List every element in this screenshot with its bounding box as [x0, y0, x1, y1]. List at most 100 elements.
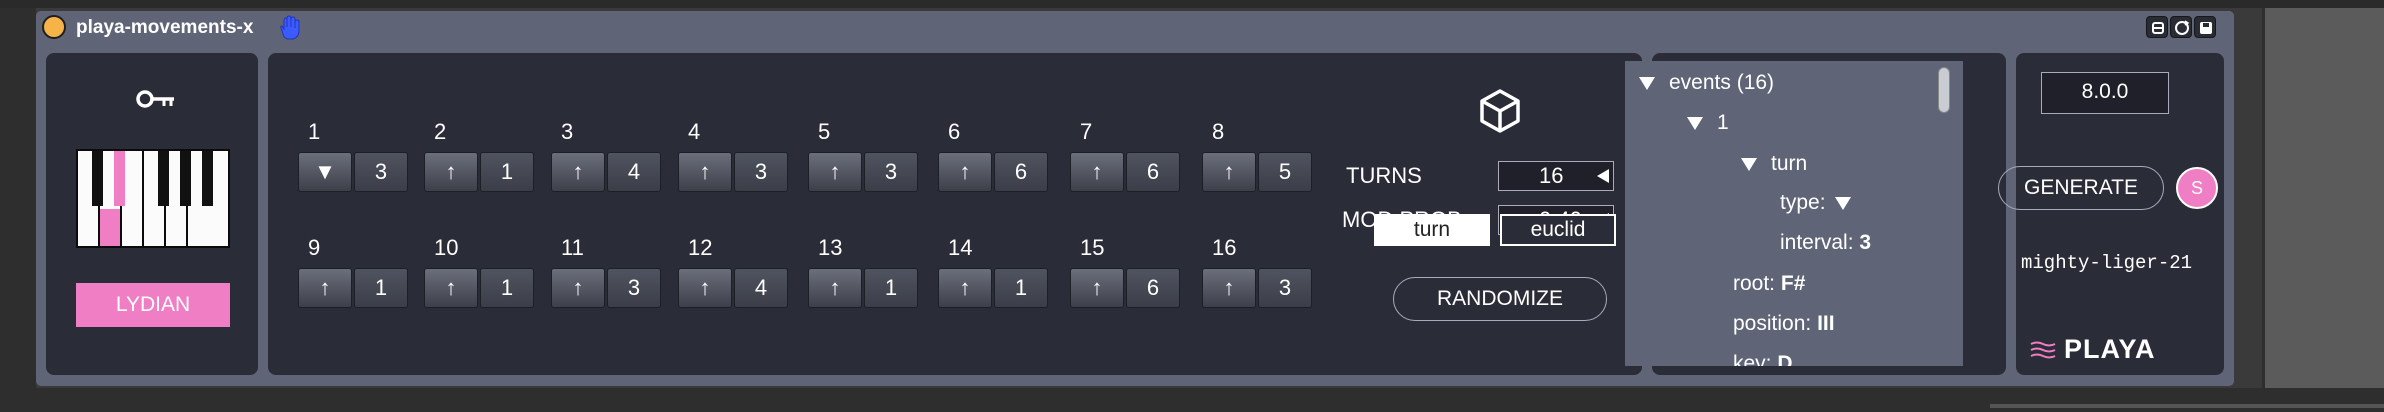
- step-number: 8: [1212, 119, 1225, 144]
- piano-key-highlight: [100, 209, 120, 246]
- expand-triangle-icon[interactable]: [1741, 157, 1757, 171]
- randomize-button[interactable]: RANDOMIZE: [1393, 277, 1607, 321]
- cube-icon: [1480, 89, 1520, 133]
- step-direction-button[interactable]: ↑: [938, 152, 992, 192]
- empty-device-slot: [2262, 8, 2384, 388]
- key-value: D: [1777, 352, 1793, 366]
- tree-field-interval: interval: 3: [1780, 231, 1871, 255]
- piano-black-key[interactable]: [158, 151, 169, 206]
- step-number: 7: [1080, 119, 1093, 144]
- step-direction-button[interactable]: ↑: [298, 268, 352, 308]
- position-key: position:: [1733, 312, 1812, 335]
- step-number: 6: [948, 119, 961, 144]
- tree-label-turn: turn: [1771, 152, 1808, 175]
- step-interval-button[interactable]: 1: [480, 152, 534, 192]
- step-interval-button[interactable]: 5: [1258, 152, 1312, 192]
- step-direction-button[interactable]: ↑: [1070, 268, 1124, 308]
- step-interval-button[interactable]: 4: [734, 268, 788, 308]
- device-title: playa-movements-x: [76, 17, 254, 38]
- turns-label: TURNS: [1346, 163, 1422, 188]
- version-display: 8.0.0: [2041, 72, 2169, 114]
- step-number: 11: [561, 235, 584, 260]
- piano-black-key[interactable]: [92, 151, 103, 206]
- step-direction-button[interactable]: ↑: [551, 268, 605, 308]
- step-interval-button[interactable]: 1: [864, 268, 918, 308]
- piano-black-key[interactable]: [180, 151, 191, 206]
- step-direction-button[interactable]: ↑: [678, 152, 732, 192]
- bottom-scroll-line: [1990, 404, 2384, 408]
- interval-key: interval:: [1780, 231, 1854, 254]
- step-interval-button[interactable]: 6: [1126, 268, 1180, 308]
- piano-black-key[interactable]: [202, 151, 213, 206]
- step-interval-button[interactable]: 4: [607, 152, 661, 192]
- step-direction-button[interactable]: ↑: [424, 152, 478, 192]
- step-number: 12: [688, 235, 713, 260]
- step-interval-button[interactable]: 3: [354, 152, 408, 192]
- turns-value: 16: [1539, 163, 1564, 188]
- step-interval-button[interactable]: 3: [1258, 268, 1312, 308]
- step-number: 3: [561, 119, 574, 144]
- step-direction-button[interactable]: ↑: [551, 152, 605, 192]
- scale-panel: LYDIAN: [46, 53, 258, 375]
- piano-white-key[interactable]: [122, 151, 142, 246]
- device-title-bar: playa-movements-x: [36, 11, 2234, 43]
- expand-triangle-icon[interactable]: [1639, 76, 1655, 90]
- turns-number-box[interactable]: 16: [1498, 161, 1614, 191]
- piano-black-key-highlighted[interactable]: [114, 151, 125, 206]
- step-interval-button[interactable]: 1: [354, 268, 408, 308]
- seed-name: mighty-liger-21: [2021, 252, 2193, 274]
- step-direction-button[interactable]: ↑: [1202, 152, 1256, 192]
- step-number: 13: [818, 235, 843, 260]
- key-icon: [136, 90, 174, 108]
- turns-arrow-icon: [1597, 169, 1609, 183]
- save-preset-button[interactable]: [2194, 16, 2216, 38]
- step-direction-button[interactable]: ↑: [424, 268, 478, 308]
- step-direction-button[interactable]: ↑: [808, 268, 862, 308]
- key-key: key:: [1733, 352, 1772, 366]
- mode-euclid-button[interactable]: euclid: [1500, 214, 1616, 246]
- logo-text: PLAYA: [2064, 334, 2156, 364]
- device: playa-movements-x LYDIAN 1 ▼ 3 2 ↑ 1 3 ↑…: [36, 11, 2234, 386]
- events-tree[interactable]: events (16) 1 turn type: interval: 3 roo…: [1625, 61, 1963, 366]
- step-interval-button[interactable]: 3: [864, 152, 918, 192]
- mode-turn-button[interactable]: turn: [1374, 214, 1490, 246]
- tree-label-events: events (16): [1669, 71, 1775, 94]
- tree-node-turn[interactable]: turn: [1741, 152, 1807, 176]
- step-interval-button[interactable]: 3: [734, 152, 788, 192]
- type-down-icon: [1835, 196, 1852, 210]
- step-number: 14: [948, 235, 973, 260]
- bottom-strip: [0, 388, 2384, 412]
- interval-value: 3: [1859, 231, 1872, 254]
- step-number: 9: [308, 235, 321, 260]
- tree-field-type: type:: [1780, 191, 1865, 215]
- generate-button[interactable]: GENERATE: [1998, 166, 2164, 210]
- step-number: 1: [308, 119, 321, 144]
- step-interval-button[interactable]: 3: [607, 268, 661, 308]
- hot-swap-button[interactable]: [2170, 16, 2192, 38]
- scale-button[interactable]: LYDIAN: [76, 283, 230, 327]
- tree-field-position: position: III: [1733, 312, 1835, 336]
- tree-node-events[interactable]: events (16): [1639, 71, 1774, 95]
- step-direction-button[interactable]: ↑: [1070, 152, 1124, 192]
- events-scrollbar[interactable]: [1938, 67, 1950, 113]
- step-interval-button[interactable]: 1: [994, 268, 1048, 308]
- root-value: F#: [1780, 272, 1806, 295]
- expand-triangle-icon[interactable]: [1687, 116, 1703, 130]
- step-direction-button[interactable]: ↑: [678, 268, 732, 308]
- step-direction-button[interactable]: ↑: [808, 152, 862, 192]
- step-direction-button[interactable]: ▼: [298, 152, 352, 192]
- collapse-device-button[interactable]: [2146, 16, 2168, 38]
- step-direction-button[interactable]: ↑: [938, 268, 992, 308]
- position-value: III: [1817, 312, 1835, 335]
- piano-keyboard[interactable]: [76, 149, 230, 248]
- tree-node-1[interactable]: 1: [1687, 111, 1729, 135]
- step-direction-button[interactable]: ↑: [1202, 268, 1256, 308]
- wave-logo-icon: [2030, 341, 2056, 358]
- window-top-strip: [0, 0, 2384, 8]
- step-interval-button[interactable]: 1: [480, 268, 534, 308]
- step-interval-button[interactable]: 6: [1126, 152, 1180, 192]
- s-badge-button[interactable]: S: [2176, 167, 2218, 209]
- step-number: 5: [818, 119, 831, 144]
- device-power-toggle[interactable]: [42, 15, 66, 39]
- step-interval-button[interactable]: 6: [994, 152, 1048, 192]
